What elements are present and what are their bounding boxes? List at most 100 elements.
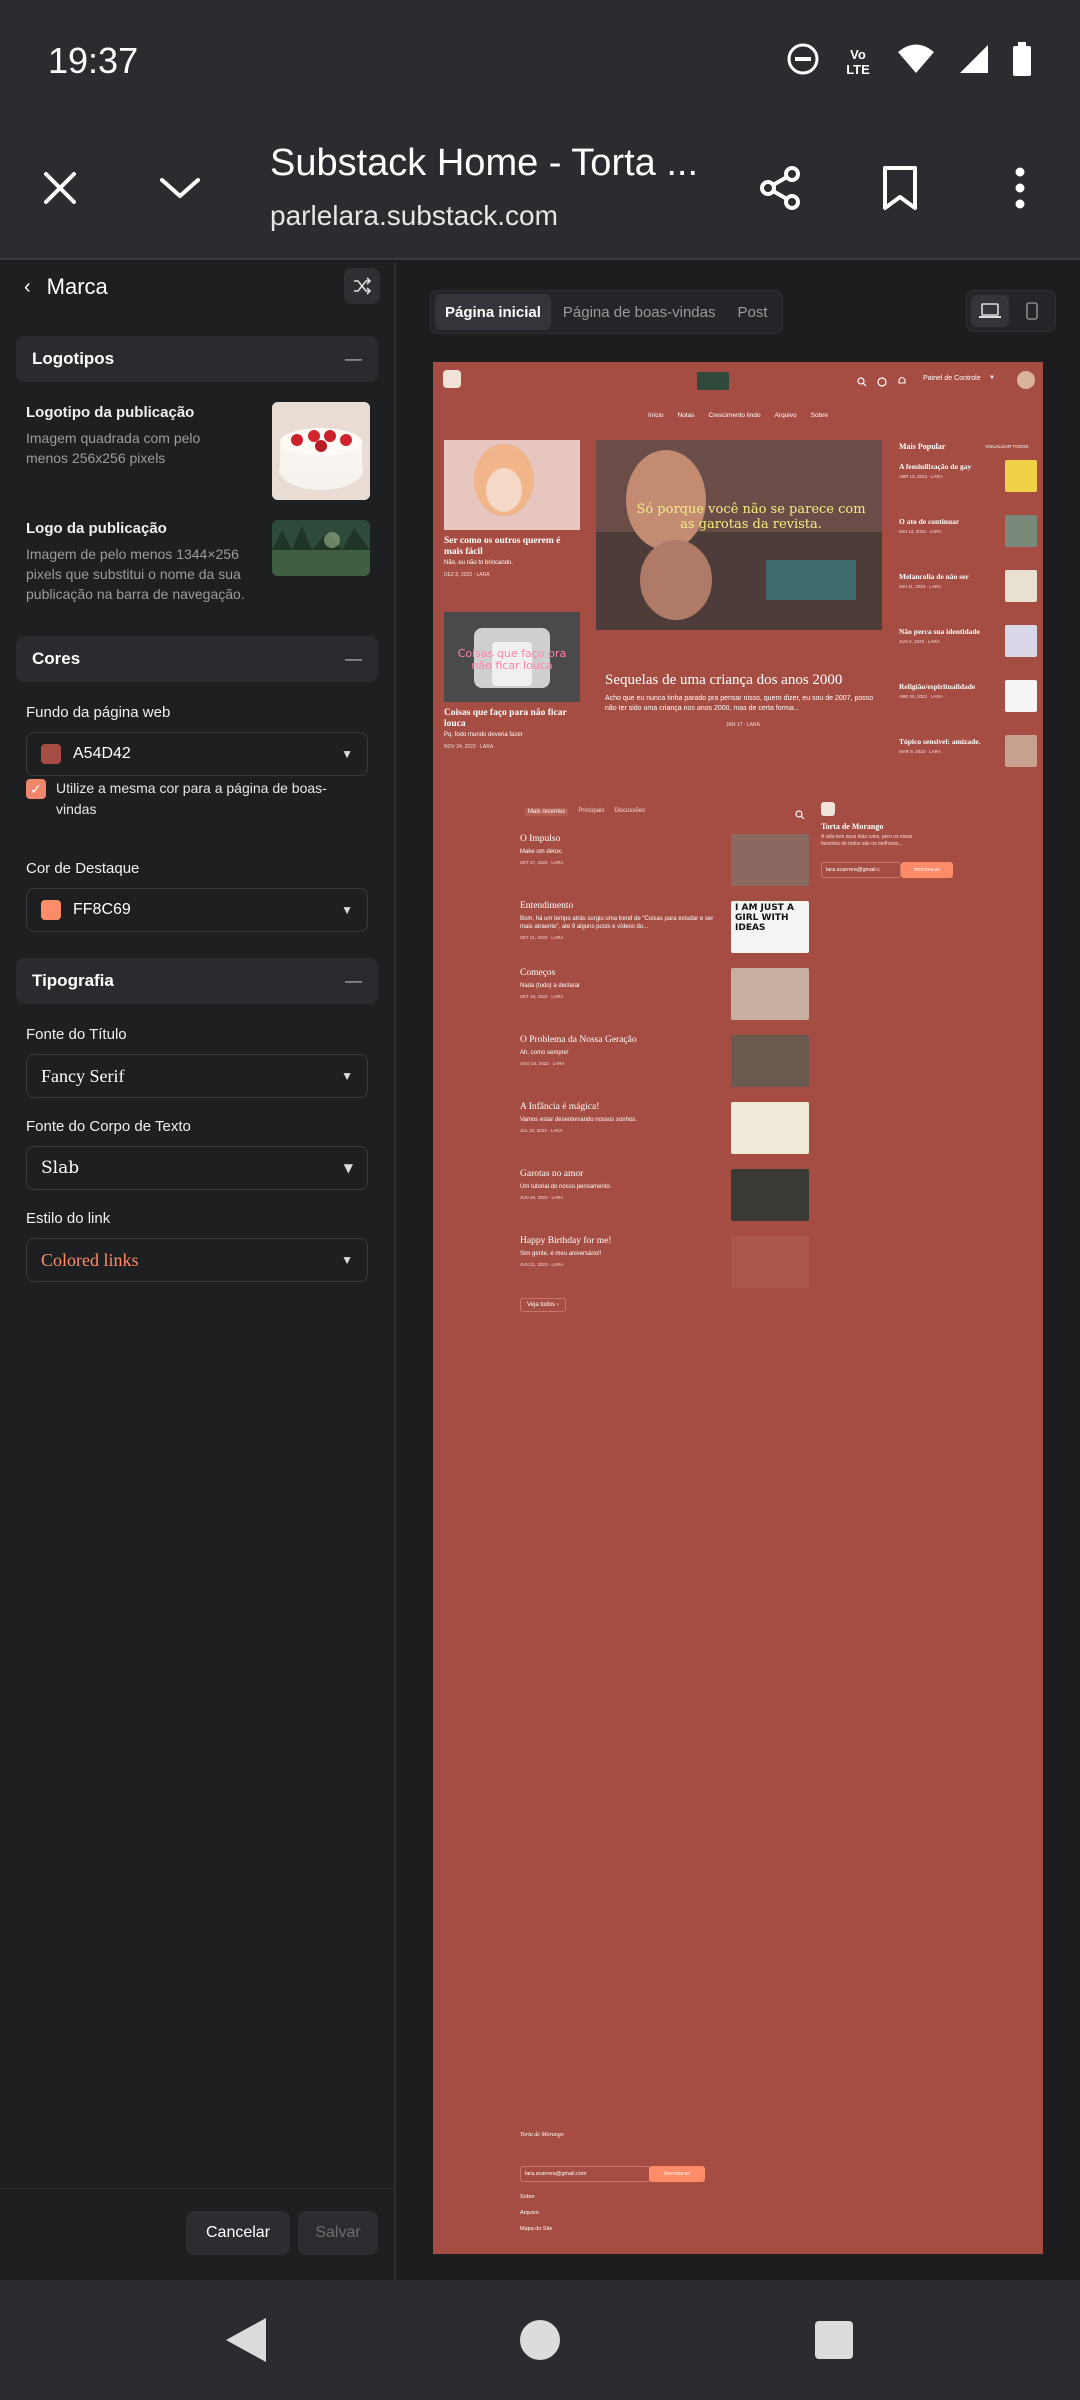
tab-home[interactable]: Página inicial xyxy=(435,294,551,330)
post-subtitle: Não, eu não to brincando. xyxy=(444,560,514,566)
chevron-down-icon[interactable] xyxy=(150,158,210,218)
preview-tabs: Página inicial Página de boas-vindas Pos… xyxy=(430,290,783,334)
search-icon[interactable] xyxy=(795,807,805,825)
post-thumbnail[interactable] xyxy=(731,1236,809,1288)
title-font-select[interactable]: Fancy Serif ▼ xyxy=(26,1054,368,1098)
footer-link-about[interactable]: Sobre xyxy=(520,2194,535,2200)
hero-title[interactable]: Sequelas de uma criança dos anos 2000 xyxy=(605,672,881,689)
recents-icon[interactable] xyxy=(814,2320,854,2365)
logo-pub-label: Logotipo da publicação xyxy=(26,404,195,421)
popular-item-title[interactable]: O ato de continuar xyxy=(899,517,995,526)
back-header[interactable]: ‹ Marca xyxy=(24,274,108,300)
popular-item-title[interactable]: Não perca sua identidade xyxy=(899,627,995,636)
share-icon[interactable] xyxy=(750,158,810,218)
post-image[interactable]: Coisas que faço pra não ficar louca xyxy=(444,612,580,702)
back-icon[interactable] xyxy=(222,2316,268,2369)
tab-post[interactable]: Post xyxy=(727,294,777,330)
popular-item-title[interactable]: A feminilização do gay xyxy=(899,462,995,471)
section-logos[interactable]: Logotipos — xyxy=(16,336,378,382)
post-date: JUL 22, 2023 · LARA xyxy=(520,1128,563,1133)
post-thumbnail[interactable] xyxy=(731,1102,809,1154)
tab-latest[interactable]: Mais recentes xyxy=(525,808,569,816)
post-title[interactable]: Happy Birthday for me! xyxy=(520,1236,720,1246)
search-icon[interactable] xyxy=(857,374,867,392)
dashboard-link[interactable]: Painel de Controle xyxy=(923,375,981,382)
tab-top[interactable]: Principais xyxy=(578,808,604,816)
footer-subscribe-button[interactable]: Inscreva-se xyxy=(649,2166,705,2182)
chevron-left-icon[interactable]: ‹ xyxy=(24,276,31,299)
popular-item-image[interactable] xyxy=(1005,460,1037,492)
page-url[interactable]: parlelara.substack.com xyxy=(270,200,558,232)
post-title[interactable]: O Impulso xyxy=(520,834,720,844)
nav-about[interactable]: Sobre xyxy=(811,412,828,419)
post-date: JUN 21, 2023 · LARA xyxy=(520,1262,564,1267)
section-colors[interactable]: Cores — xyxy=(16,636,378,682)
post-title[interactable]: Coisas que faço para não ficar louca xyxy=(444,708,580,730)
popular-item-date: MAR 9, 2023 · LARA xyxy=(899,749,942,754)
bg-color-picker[interactable]: A54D42 ▼ xyxy=(26,732,368,776)
checkbox-checked-icon[interactable]: ✓ xyxy=(26,779,46,799)
post-thumbnail[interactable] xyxy=(731,968,809,1020)
popular-item-image[interactable] xyxy=(1005,625,1037,657)
save-button[interactable]: Salvar xyxy=(298,2211,378,2255)
popular-all-link[interactable]: VISUALIZAR TODOS xyxy=(985,444,1028,449)
link-style-select[interactable]: Colored links ▼ xyxy=(26,1238,368,1282)
more-vert-icon[interactable] xyxy=(990,158,1050,218)
popular-item-title[interactable]: Religião/espiritualidade xyxy=(899,682,995,691)
bookmark-icon[interactable] xyxy=(870,158,930,218)
subscribe-button[interactable]: Inscreva-se xyxy=(901,862,953,878)
tab-discussions[interactable]: Discussões xyxy=(614,808,645,816)
logo-thumbnail[interactable] xyxy=(272,402,370,500)
caret-down-icon[interactable]: ▼ xyxy=(989,375,995,381)
popular-item-image[interactable] xyxy=(1005,680,1037,712)
email-input[interactable]: lara.scarrera@gmail.c xyxy=(821,862,901,878)
site-logo[interactable] xyxy=(443,370,461,388)
nav-archive[interactable]: Arquivo xyxy=(775,412,797,419)
section-typography[interactable]: Tipografia — xyxy=(16,958,378,1004)
wifi-icon xyxy=(896,43,936,80)
post-title[interactable]: Começos xyxy=(520,968,720,978)
post-date: AGO 24, 2023 · LARA xyxy=(520,1061,565,1066)
mobile-icon[interactable] xyxy=(1013,295,1051,327)
site-preview: Painel de Controle ▼ Início Notas Cresci… xyxy=(433,362,1043,2254)
tab-welcome[interactable]: Página de boas-vindas xyxy=(553,294,726,330)
post-title[interactable]: A Infância é mágica! xyxy=(520,1102,720,1112)
collapse-icon[interactable]: — xyxy=(345,349,362,369)
home-icon[interactable] xyxy=(518,2318,562,2367)
same-color-checkbox-row[interactable]: ✓ Utilize a mesma cor para a página de b… xyxy=(26,778,366,820)
site-wide-logo[interactable] xyxy=(697,372,729,390)
popular-item-image[interactable] xyxy=(1005,735,1037,767)
nav-home[interactable]: Início xyxy=(648,412,664,419)
post-thumbnail[interactable] xyxy=(731,834,809,886)
avatar[interactable] xyxy=(1017,371,1035,389)
footer-email-input[interactable]: lara.scarrera@gmail.com xyxy=(520,2166,650,2182)
desktop-icon[interactable] xyxy=(971,295,1009,327)
collapse-icon[interactable]: — xyxy=(345,649,362,669)
footer-link-sitemap[interactable]: Mapa do Site xyxy=(520,2226,552,2232)
close-icon[interactable] xyxy=(30,158,90,218)
post-title[interactable]: Ser como os outros querem é mais fácil xyxy=(444,536,580,558)
hero-image[interactable]: Só porque você não se parece com as garo… xyxy=(596,440,882,630)
post-title[interactable]: O Problema da Nossa Geração xyxy=(520,1035,720,1045)
body-font-select[interactable]: Slab ▼ xyxy=(26,1146,368,1190)
wide-logo-thumbnail[interactable] xyxy=(272,520,370,576)
post-title[interactable]: Garotas no amor xyxy=(520,1169,720,1179)
chat-icon[interactable] xyxy=(877,374,887,392)
shuffle-button[interactable] xyxy=(344,268,380,304)
post-thumbnail[interactable] xyxy=(731,1169,809,1221)
popular-item-image[interactable] xyxy=(1005,570,1037,602)
accent-color-picker[interactable]: FF8C69 ▼ xyxy=(26,888,368,932)
footer-link-archive[interactable]: Arquivo xyxy=(520,2210,539,2216)
popular-item-title[interactable]: Melancolia de não ser xyxy=(899,572,995,581)
bell-icon[interactable] xyxy=(897,373,907,391)
see-all-button[interactable]: Veja todos › xyxy=(520,1298,566,1312)
popular-item-title[interactable]: Tópico sensível: amizade. xyxy=(899,737,995,746)
nav-notes[interactable]: Notas xyxy=(678,412,695,419)
nav-growth[interactable]: Crescimento lindo xyxy=(709,412,761,419)
cancel-button[interactable]: Cancelar xyxy=(186,2211,290,2255)
post-title[interactable]: Entendimento xyxy=(520,901,720,911)
post-thumbnail[interactable] xyxy=(731,1035,809,1087)
collapse-icon[interactable]: — xyxy=(345,971,362,991)
popular-item-image[interactable] xyxy=(1005,515,1037,547)
post-image[interactable] xyxy=(444,440,580,530)
